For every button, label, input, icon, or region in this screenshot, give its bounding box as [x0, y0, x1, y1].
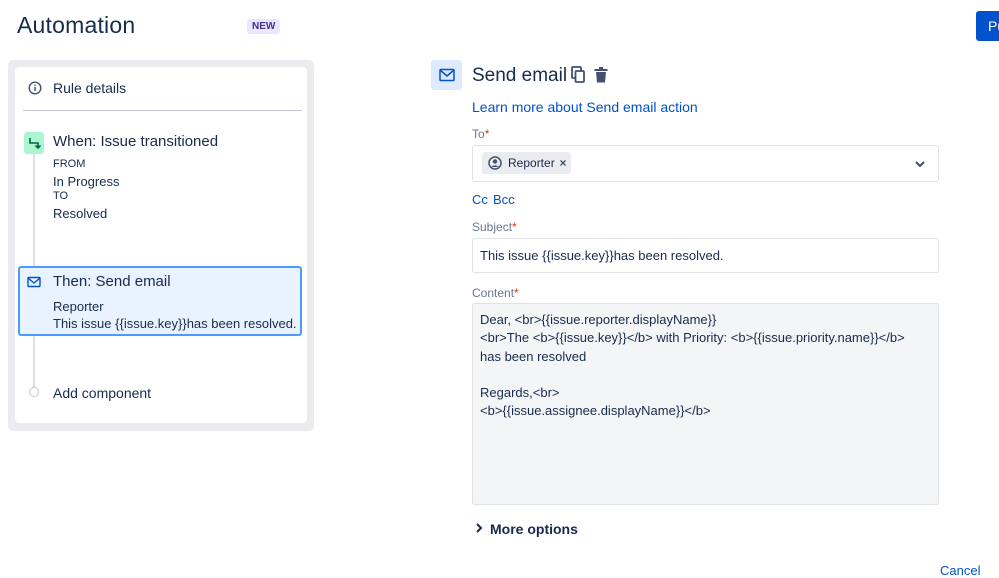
- action-subject-preview: This issue {{issue.key}}has been resolve…: [53, 316, 297, 331]
- cc-link[interactable]: Cc: [472, 192, 488, 207]
- mail-icon: [439, 68, 455, 82]
- divider: [23, 110, 302, 111]
- trigger-title[interactable]: When: Issue transitioned: [53, 133, 218, 150]
- trigger-to-label: TO: [53, 190, 69, 202]
- action-recipient: Reporter: [53, 299, 104, 314]
- subject-field-label: Subject*: [472, 220, 517, 234]
- action-title: Then: Send email: [53, 273, 171, 290]
- cancel-button[interactable]: Cancel: [940, 563, 980, 578]
- trigger-branch-icon: [29, 138, 41, 150]
- page-title: Automation: [17, 12, 136, 38]
- trigger-from-label: FROM: [53, 158, 86, 170]
- rule-details-label: Rule details: [53, 80, 127, 96]
- to-field-label: To*: [472, 127, 490, 141]
- copy-icon[interactable]: [571, 66, 585, 83]
- more-options-toggle[interactable]: More options: [490, 521, 578, 537]
- new-badge: NEW: [247, 19, 281, 34]
- trigger-to-value: Resolved: [53, 206, 108, 221]
- info-icon: [28, 81, 42, 95]
- chip-remove-icon[interactable]: ×: [558, 154, 568, 172]
- add-component-dot: [29, 387, 39, 397]
- chevron-right-icon[interactable]: [474, 522, 484, 534]
- config-title: Send email: [472, 65, 568, 86]
- learn-more-link[interactable]: Learn more about Send email action: [472, 99, 698, 115]
- content-textarea[interactable]: Dear, <br>{{issue.reporter.displayName}}…: [472, 303, 939, 505]
- reporter-chip-label: Reporter: [508, 156, 555, 170]
- chevron-down-icon[interactable]: [913, 157, 927, 171]
- publish-button[interactable]: Publish: [976, 11, 999, 41]
- rule-panel-content: [15, 67, 307, 423]
- avatar-icon: [488, 156, 502, 170]
- subject-input[interactable]: [472, 238, 939, 273]
- bcc-link[interactable]: Bcc: [493, 192, 515, 207]
- trash-icon[interactable]: [594, 67, 608, 83]
- mail-icon: [27, 276, 41, 288]
- trigger-from-value: In Progress: [53, 174, 120, 189]
- content-field-label: Content*: [472, 286, 519, 300]
- add-component-button[interactable]: Add component: [53, 385, 151, 401]
